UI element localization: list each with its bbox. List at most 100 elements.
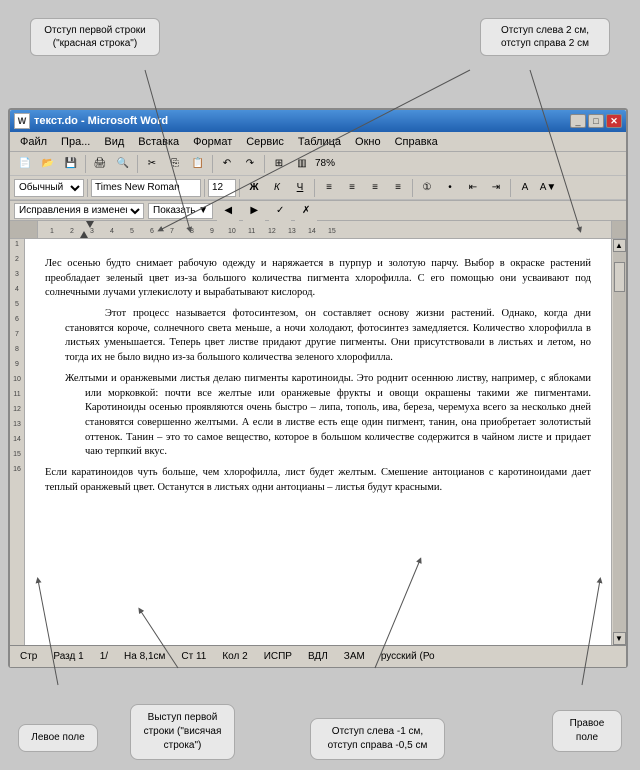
title-controls: _ □ ✕ bbox=[570, 114, 622, 128]
scroll-thumb[interactable] bbox=[614, 262, 625, 292]
next-change-button[interactable]: ▶ bbox=[243, 201, 265, 221]
status-st: Ст 11 bbox=[177, 651, 210, 662]
align-justify-button[interactable]: ≡ bbox=[387, 178, 409, 198]
menu-bar: Файл Пра... Вид Вставка Формат Сервис Та… bbox=[10, 132, 626, 152]
scroll-down-button[interactable]: ▼ bbox=[613, 632, 626, 645]
annotation-bottom-right-field: Правое поле bbox=[552, 710, 622, 752]
annotation-bottom-third: Отступ слева -1 см, отступ справа -0,5 с… bbox=[310, 718, 445, 760]
app-icon: W bbox=[14, 113, 30, 129]
sep2 bbox=[137, 155, 138, 173]
annotation-bottom-second: Выступ первой строки ("висячая строка") bbox=[130, 704, 235, 760]
font-size-input[interactable] bbox=[208, 179, 236, 197]
style-select[interactable]: Обычный bbox=[14, 179, 84, 197]
status-na: На 8,1см bbox=[120, 651, 169, 662]
prev-change-button[interactable]: ◀ bbox=[217, 201, 239, 221]
save-button[interactable]: 💾 bbox=[60, 154, 82, 174]
paragraph-4: Если каратиноидов чуть больше, чем хлоро… bbox=[45, 466, 591, 495]
bold-button[interactable]: Ж bbox=[243, 178, 265, 198]
left-indent-marker[interactable] bbox=[80, 231, 88, 238]
minimize-button[interactable]: _ bbox=[570, 114, 586, 128]
ruler: 1 2 3 4 5 6 7 8 9 10 11 12 13 14 15 bbox=[10, 221, 626, 239]
status-kol: Кол 2 bbox=[218, 651, 251, 662]
menu-edit[interactable]: Пра... bbox=[55, 135, 96, 149]
align-right-button[interactable]: ≡ bbox=[364, 178, 386, 198]
doc-area: 1 2 3 4 5 6 7 8 9 10 11 12 13 14 15 16 Л… bbox=[10, 239, 626, 645]
annotation-top-left: Отступ первой строки ("красная строка") bbox=[30, 18, 160, 56]
menu-view[interactable]: Вид bbox=[98, 135, 130, 149]
toolbar-row-1: 📄 📂 💾 🖨 🔍 ✂ ⎘ 📋 ↶ ↷ ⊞ ▥ 78% bbox=[10, 152, 626, 176]
menu-file[interactable]: Файл bbox=[14, 135, 53, 149]
print-button[interactable]: 🖨 bbox=[89, 154, 111, 174]
undo-button[interactable]: ↶ bbox=[216, 154, 238, 174]
ruler-right-margin bbox=[611, 221, 626, 238]
sep4 bbox=[264, 155, 265, 173]
copy-button[interactable]: ⎘ bbox=[164, 154, 186, 174]
menu-help[interactable]: Справка bbox=[389, 135, 444, 149]
sep1 bbox=[85, 155, 86, 173]
align-center-button[interactable]: ≡ bbox=[341, 178, 363, 198]
paragraph-2: Этот процесс называется фотосинтезом, он… bbox=[65, 307, 591, 366]
ruler-left-margin bbox=[10, 221, 38, 238]
font-name-input[interactable] bbox=[91, 179, 201, 197]
paste-button[interactable]: 📋 bbox=[187, 154, 209, 174]
italic-button[interactable]: К bbox=[266, 178, 288, 198]
preview-button[interactable]: 🔍 bbox=[112, 154, 134, 174]
menu-insert[interactable]: Вставка bbox=[132, 135, 185, 149]
toolbar-row-2: Обычный Ж К Ч ≡ ≡ ≡ ≡ ① • ⇤ ⇥ A A▼ bbox=[10, 176, 626, 200]
close-button[interactable]: ✕ bbox=[606, 114, 622, 128]
annotation-bottom-left-field: Левое поле bbox=[18, 724, 98, 752]
font-color-button[interactable]: A▼ bbox=[537, 178, 559, 198]
scrollbar: ▲ ▼ bbox=[611, 239, 626, 645]
sep5 bbox=[87, 179, 88, 197]
indent-decrease-button[interactable]: ⇤ bbox=[462, 178, 484, 198]
word-window: W текст.do - Microsoft Word _ □ ✕ Файл П… bbox=[8, 108, 628, 668]
underline-button[interactable]: Ч bbox=[289, 178, 311, 198]
indent-increase-button[interactable]: ⇥ bbox=[485, 178, 507, 198]
menu-table[interactable]: Таблица bbox=[292, 135, 347, 149]
page-content[interactable]: Лес осенью будто снимает рабочую одежду … bbox=[25, 239, 611, 645]
scroll-track[interactable] bbox=[613, 252, 626, 632]
align-left-button[interactable]: ≡ bbox=[318, 178, 340, 198]
columns-button[interactable]: ▥ bbox=[291, 154, 313, 174]
vertical-ruler: 1 2 3 4 5 6 7 8 9 10 11 12 13 14 15 16 bbox=[10, 239, 25, 645]
zoom-button[interactable]: 78% bbox=[314, 154, 336, 174]
sep6 bbox=[204, 179, 205, 197]
accept-button[interactable]: ✓ bbox=[269, 201, 291, 221]
scroll-up-button[interactable]: ▲ bbox=[613, 239, 626, 252]
sep3 bbox=[212, 155, 213, 173]
status-ispr: ИСПР bbox=[260, 651, 296, 662]
paragraph-1: Лес осенью будто снимает рабочую одежду … bbox=[45, 257, 591, 301]
menu-format[interactable]: Формат bbox=[187, 135, 238, 149]
reject-button[interactable]: ✗ bbox=[295, 201, 317, 221]
status-zam: ЗАМ bbox=[340, 651, 369, 662]
table-button[interactable]: ⊞ bbox=[268, 154, 290, 174]
window-title: текст.do - Microsoft Word bbox=[34, 115, 168, 127]
ruler-main[interactable]: 1 2 3 4 5 6 7 8 9 10 11 12 13 14 15 bbox=[38, 221, 611, 238]
show-button[interactable]: Показать ▼ bbox=[148, 203, 213, 219]
sep8 bbox=[314, 179, 315, 197]
bullets-button[interactable]: • bbox=[439, 178, 461, 198]
annotation-top-right: Отступ слева 2 см, отступ справа 2 см bbox=[480, 18, 610, 56]
toolbar-area: 📄 📂 💾 🖨 🔍 ✂ ⎘ 📋 ↶ ↷ ⊞ ▥ 78% Обычный bbox=[10, 152, 626, 201]
status-bar: Стр Разд 1 1/ На 8,1см Ст 11 Кол 2 ИСПР … bbox=[10, 645, 626, 667]
status-lang: русский (Ро bbox=[377, 651, 439, 662]
open-button[interactable]: 📂 bbox=[37, 154, 59, 174]
status-vdl: ВДЛ bbox=[304, 651, 332, 662]
first-line-indent-marker[interactable] bbox=[86, 221, 94, 228]
menu-window[interactable]: Окно bbox=[349, 135, 387, 149]
numbering-button[interactable]: ① bbox=[416, 178, 438, 198]
redo-button[interactable]: ↷ bbox=[239, 154, 261, 174]
highlight-button[interactable]: A bbox=[514, 178, 536, 198]
review-bar: Исправления в измененном документе Показ… bbox=[10, 201, 626, 221]
status-page: 1/ bbox=[96, 651, 112, 662]
sep7 bbox=[239, 179, 240, 197]
track-changes-select[interactable]: Исправления в измененном документе bbox=[14, 203, 144, 219]
sep9 bbox=[412, 179, 413, 197]
title-bar: W текст.do - Microsoft Word _ □ ✕ bbox=[10, 110, 626, 132]
new-button[interactable]: 📄 bbox=[14, 154, 36, 174]
status-str: Стр bbox=[16, 651, 41, 662]
paragraph-3: Желтыми и оранжевыми листья делаю пигмен… bbox=[85, 372, 591, 460]
menu-tools[interactable]: Сервис bbox=[240, 135, 290, 149]
maximize-button[interactable]: □ bbox=[588, 114, 604, 128]
cut-button[interactable]: ✂ bbox=[141, 154, 163, 174]
